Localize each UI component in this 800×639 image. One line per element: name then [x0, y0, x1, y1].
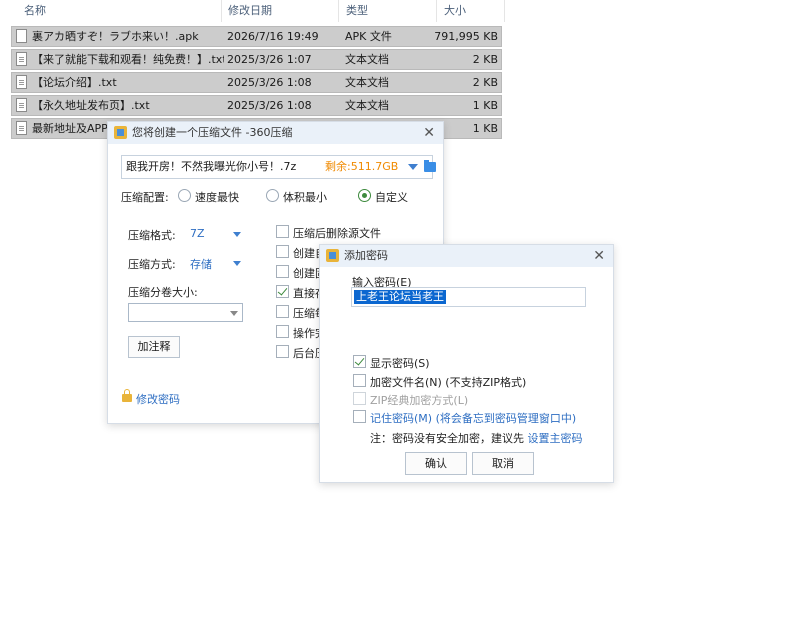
dialog-title: 您将创建一个压缩文件 -360压缩	[132, 126, 293, 139]
file-row[interactable]: 【来了就能下载和观看！纯免费！】.txt 2025/3/26 1:07 文本文档…	[11, 49, 502, 70]
close-icon[interactable]: ✕	[593, 245, 605, 267]
radio-smallest[interactable]	[266, 189, 279, 202]
text-file-icon	[16, 121, 27, 135]
close-icon[interactable]: ✕	[423, 122, 435, 144]
file-row[interactable]: 裏アカ晒すぞ！ラブホ来い！.apk 2026/7/16 19:49 APK 文件…	[11, 26, 502, 47]
file-date: 2025/3/26 1:07	[227, 53, 312, 66]
option-checkbox[interactable]	[276, 245, 289, 258]
file-date: 2026/7/16 19:49	[227, 30, 319, 43]
column-divider[interactable]	[338, 0, 339, 22]
file-name: 【论坛介绍】.txt	[32, 76, 117, 89]
option-checkbox[interactable]	[276, 305, 289, 318]
dialog-title: 添加密码	[344, 249, 388, 262]
radio-smallest-label[interactable]: 体积最小	[283, 189, 327, 205]
column-divider[interactable]	[504, 0, 505, 22]
column-date[interactable]: 修改日期	[224, 0, 272, 22]
archive-path-text: 跟我开房！不然我曝光你小号！.7z	[126, 160, 297, 173]
set-master-password-link[interactable]: 设置主密码	[528, 432, 583, 445]
text-file-icon	[16, 98, 27, 112]
encrypt-filenames-label[interactable]: 加密文件名(N) (不支持ZIP格式)	[370, 374, 526, 390]
column-divider[interactable]	[436, 0, 437, 22]
password-value: 上老王论坛当老王	[354, 290, 446, 304]
encrypt-filenames-checkbox[interactable]	[353, 374, 366, 387]
column-divider[interactable]	[221, 0, 222, 22]
security-note-text: 注：密码没有安全加密，建议先	[370, 432, 528, 445]
security-note: 注：密码没有安全加密，建议先 设置主密码	[370, 430, 583, 446]
file-date: 2025/3/26 1:08	[227, 99, 312, 112]
option-checkbox[interactable]	[276, 345, 289, 358]
chevron-down-icon[interactable]	[233, 232, 241, 237]
radio-custom-label[interactable]: 自定义	[375, 189, 408, 205]
option-checkbox[interactable]	[276, 325, 289, 338]
chevron-down-icon[interactable]	[230, 311, 238, 316]
volume-size-select[interactable]	[128, 303, 243, 322]
file-type: APK 文件	[345, 30, 392, 43]
sort-up-icon: ^	[116, 0, 124, 6]
folder-icon[interactable]	[424, 160, 436, 172]
file-type: 文本文档	[345, 53, 389, 66]
file-name: 裏アカ晒すぞ！ラブホ来い！.apk	[32, 30, 199, 43]
file-name: 【来了就能下载和观看！纯免费！】.txt	[32, 53, 224, 66]
option-checkbox[interactable]	[276, 285, 289, 298]
file-size: 791,995 KB	[434, 30, 498, 43]
360zip-app-icon	[326, 249, 339, 262]
format-select[interactable]: 7Z	[190, 227, 205, 240]
radio-fastest-label[interactable]: 速度最快	[195, 189, 239, 205]
file-date: 2025/3/26 1:08	[227, 76, 312, 89]
add-comment-button[interactable]: 加注释	[128, 336, 180, 358]
method-select[interactable]: 存储	[190, 256, 212, 272]
option-checkbox[interactable]	[276, 225, 289, 238]
column-size[interactable]: 大小	[440, 0, 466, 22]
option-checkbox[interactable]	[276, 265, 289, 278]
zip-classic-checkbox[interactable]	[353, 392, 366, 405]
file-name: 【永久地址发布页】.txt	[32, 99, 150, 112]
change-password-link[interactable]: 修改密码	[136, 391, 180, 407]
360zip-app-icon	[114, 126, 127, 139]
file-row[interactable]: 【永久地址发布页】.txt 2025/3/26 1:08 文本文档 1 KB	[11, 95, 502, 116]
column-header: ^ 名称 修改日期 类型 大小	[0, 0, 505, 22]
lock-icon	[122, 389, 132, 402]
config-label: 压缩配置:	[121, 191, 169, 204]
file-size: 2 KB	[472, 76, 498, 89]
compress-titlebar[interactable]: 您将创建一个压缩文件 -360压缩 ✕	[108, 122, 443, 144]
file-size: 2 KB	[472, 53, 498, 66]
column-type[interactable]: 类型	[342, 0, 368, 22]
file-type: 文本文档	[345, 76, 389, 89]
confirm-button[interactable]: 确认	[405, 452, 467, 475]
file-size: 1 KB	[472, 99, 498, 112]
radio-fastest[interactable]	[178, 189, 191, 202]
zip-classic-label[interactable]: ZIP经典加密方式(L)	[370, 392, 468, 408]
apk-file-icon	[16, 29, 27, 43]
show-password-label[interactable]: 显示密码(S)	[370, 355, 430, 371]
column-name[interactable]: 名称	[20, 0, 46, 22]
add-password-dialog: 添加密码 ✕ 输入密码(E) 上老王论坛当老王 显示密码(S) 加密文件名(N)…	[319, 244, 614, 483]
chevron-down-icon[interactable]	[233, 261, 241, 266]
file-type: 文本文档	[345, 99, 389, 112]
option-label[interactable]: 压缩后删除源文件	[293, 225, 381, 241]
file-row[interactable]: 【论坛介绍】.txt 2025/3/26 1:08 文本文档 2 KB	[11, 72, 502, 93]
archive-path-input[interactable]: 跟我开房！不然我曝光你小号！.7z 剩余:511.7GB	[121, 155, 436, 179]
password-input[interactable]: 上老王论坛当老王	[351, 287, 586, 307]
password-titlebar[interactable]: 添加密码 ✕	[320, 245, 613, 267]
cancel-button[interactable]: 取消	[472, 452, 534, 475]
remember-password-label[interactable]: 记住密码(M) (将会备忘到密码管理窗口中)	[370, 410, 576, 426]
text-file-icon	[16, 75, 27, 89]
radio-custom[interactable]	[358, 189, 371, 202]
chevron-down-icon[interactable]	[408, 164, 418, 170]
format-label: 压缩格式:	[128, 229, 176, 242]
text-file-icon	[16, 52, 27, 66]
volume-label: 压缩分卷大小:	[128, 286, 198, 299]
remaining-space: 剩余:511.7GB	[325, 160, 399, 173]
remember-password-checkbox[interactable]	[353, 410, 366, 423]
show-password-checkbox[interactable]	[353, 355, 366, 368]
method-label: 压缩方式:	[128, 258, 176, 271]
